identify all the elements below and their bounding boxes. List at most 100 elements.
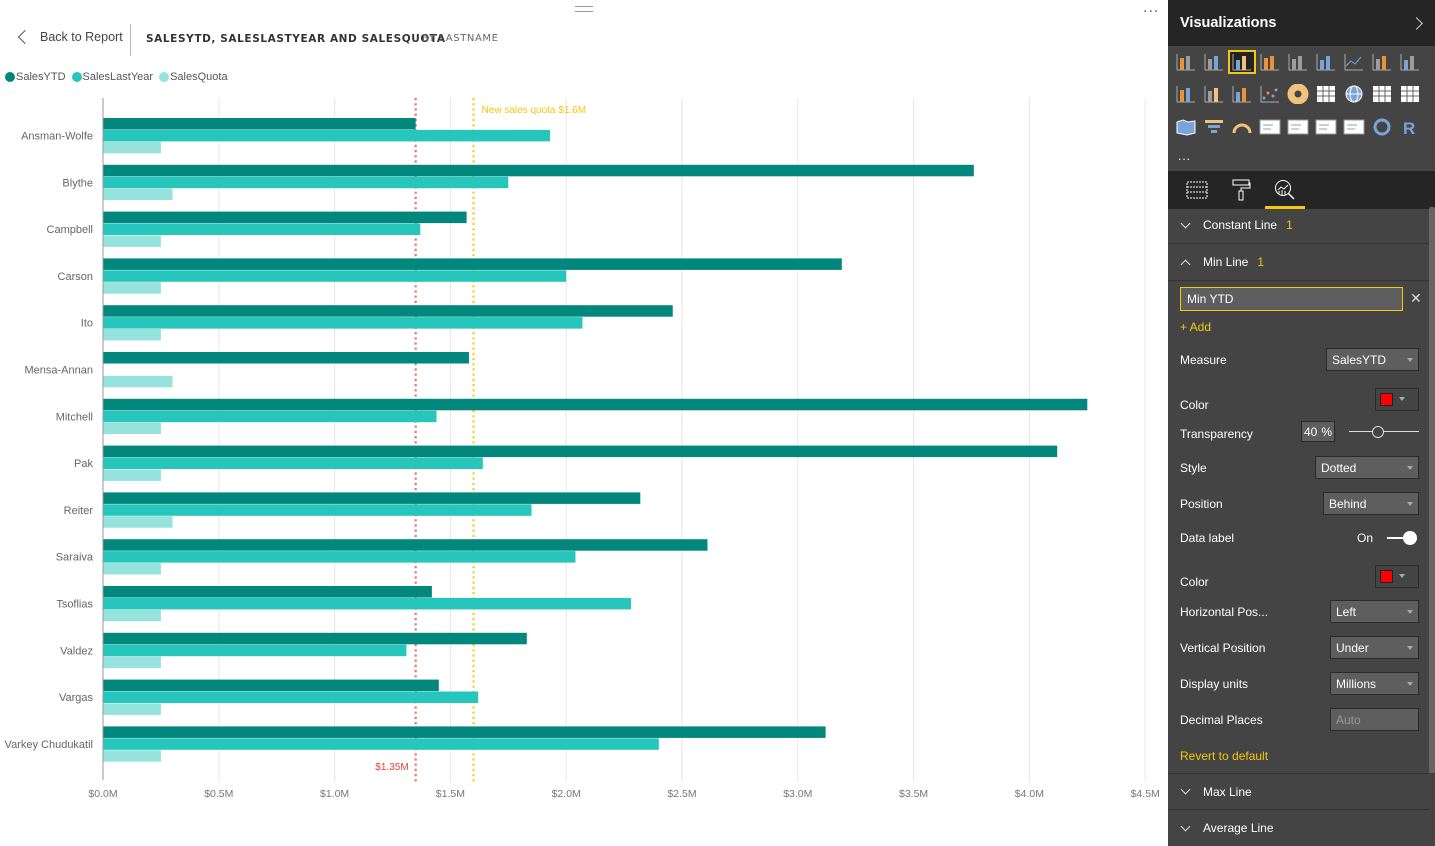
multi-row-card-icon[interactable] <box>1258 117 1282 137</box>
measure-dropdown[interactable]: SalesYTD <box>1326 348 1419 371</box>
bar-salesquota[interactable] <box>103 516 173 528</box>
bar-salesytd[interactable] <box>103 164 974 177</box>
area-chart-icon[interactable] <box>1370 52 1394 72</box>
bar-salesytd[interactable] <box>103 352 469 364</box>
bar-saleslastyear[interactable] <box>103 223 421 236</box>
stacked-area-icon[interactable] <box>1398 52 1422 72</box>
data-label-toggle[interactable] <box>1385 531 1419 545</box>
bar-salesytd[interactable] <box>103 492 641 504</box>
bar-salesquota[interactable] <box>103 282 161 294</box>
decimal-places-input[interactable]: Auto <box>1330 708 1419 731</box>
vertical-position-dropdown[interactable]: Under <box>1330 636 1419 659</box>
line-stacked-column-icon[interactable] <box>1174 84 1198 104</box>
bar-salesytd[interactable] <box>103 211 467 224</box>
bar-saleslastyear[interactable] <box>103 597 632 610</box>
stacked-column-icon[interactable] <box>1202 52 1226 72</box>
bar-salesquota[interactable] <box>103 141 161 154</box>
bar-salesquota[interactable] <box>103 375 173 388</box>
bar-saleslastyear[interactable] <box>103 317 583 329</box>
remove-line-close-icon[interactable]: ✕ <box>1410 290 1422 307</box>
section-constant-line[interactable]: Constant Line 1 <box>1168 207 1429 244</box>
slider-thumb[interactable] <box>1372 425 1385 438</box>
section-average-line[interactable]: Average Line <box>1168 810 1429 846</box>
funnel-icon[interactable] <box>1202 117 1226 137</box>
pie-chart-icon[interactable] <box>1286 84 1310 105</box>
tab-format[interactable] <box>1224 171 1258 209</box>
bar-salesytd[interactable] <box>103 679 439 692</box>
section-max-line[interactable]: Max Line <box>1168 773 1429 810</box>
kpi-icon[interactable] <box>1314 117 1338 137</box>
bar-salesytd[interactable] <box>103 305 673 317</box>
line-color-picker[interactable] <box>1375 387 1419 411</box>
line-clustered-column-icon[interactable] <box>1202 84 1226 104</box>
bar-salesytd[interactable] <box>103 539 708 551</box>
back-to-report-button[interactable]: Back to Report <box>14 29 123 45</box>
revert-to-default-link[interactable]: Revert to default <box>1180 749 1268 763</box>
card-icon[interactable] <box>1286 117 1310 137</box>
bar-salesytd[interactable] <box>103 118 416 130</box>
bar-salesytd[interactable] <box>103 398 1088 411</box>
table-icon[interactable] <box>1370 84 1394 104</box>
bar-salesytd[interactable] <box>103 726 826 738</box>
bar-salesytd[interactable] <box>103 632 527 645</box>
bar-saleslastyear[interactable] <box>103 738 659 750</box>
map-icon[interactable] <box>1342 84 1366 104</box>
clustered-column-icon[interactable] <box>1258 52 1282 72</box>
horizontal-position-dropdown[interactable]: Left <box>1330 600 1419 623</box>
bar-salesquota[interactable] <box>103 469 161 481</box>
gauge-icon[interactable] <box>1230 117 1254 137</box>
transparency-input[interactable]: 40 % <box>1301 421 1335 442</box>
matrix-icon[interactable] <box>1398 84 1422 104</box>
stacked-bar-icon[interactable] <box>1174 52 1198 72</box>
style-dropdown[interactable]: Dotted <box>1315 456 1419 479</box>
line-name-input[interactable] <box>1180 287 1403 311</box>
bar-salesytd[interactable] <box>103 258 842 270</box>
r-visual-icon[interactable]: R <box>1398 117 1422 137</box>
bar-saleslastyear[interactable] <box>103 457 483 470</box>
legend-item-salesytd[interactable]: SalesYTD <box>5 71 66 83</box>
bar-salesquota[interactable] <box>103 563 161 575</box>
clustered-bar-icon[interactable] <box>1228 50 1256 74</box>
scatter-chart-icon[interactable] <box>1258 84 1282 104</box>
collapse-pane-chevron-icon[interactable] <box>1410 16 1423 30</box>
line-chart-icon[interactable] <box>1342 52 1366 72</box>
bar-salesquota[interactable] <box>103 609 161 622</box>
label-color-picker[interactable] <box>1375 564 1419 588</box>
bar-salesquota[interactable] <box>103 422 161 435</box>
tab-analytics[interactable] <box>1265 171 1305 209</box>
position-dropdown[interactable]: Behind <box>1323 492 1419 515</box>
bar-salesquota[interactable] <box>103 188 173 201</box>
section-min-line[interactable]: Min Line 1 <box>1168 244 1429 281</box>
transparency-slider[interactable] <box>1349 425 1419 438</box>
100-stacked-column-icon[interactable] <box>1314 52 1338 72</box>
bar-saleslastyear[interactable] <box>103 410 437 423</box>
bar-saleslastyear[interactable] <box>103 504 532 516</box>
more-options-button[interactable]: ... <box>1143 0 1159 16</box>
legend-item-saleslastyear[interactable]: SalesLastYear <box>71 71 153 83</box>
more-visuals-button[interactable]: ... <box>1174 149 1202 171</box>
slicer-icon[interactable] <box>1342 117 1366 137</box>
bar-saleslastyear[interactable] <box>103 129 550 142</box>
bar-saleslastyear[interactable] <box>103 176 509 189</box>
bar-saleslastyear[interactable] <box>103 644 407 657</box>
pane-scrollbar[interactable] <box>1429 207 1435 773</box>
ribbon-chart-icon[interactable] <box>1230 84 1254 104</box>
bar-salesquota[interactable] <box>103 656 161 669</box>
drag-handle[interactable] <box>575 6 593 12</box>
bar-salesquota[interactable] <box>103 703 161 715</box>
bar-salesquota[interactable] <box>103 329 161 341</box>
bar-saleslastyear[interactable] <box>103 551 576 563</box>
add-line-button[interactable]: + Add <box>1180 320 1211 334</box>
bar-salesquota[interactable] <box>103 750 161 762</box>
bar-salesquota[interactable] <box>103 235 161 247</box>
100-stacked-bar-icon[interactable] <box>1286 52 1310 72</box>
filled-map-icon[interactable] <box>1174 117 1198 137</box>
donut-icon[interactable] <box>1370 117 1394 137</box>
bar-saleslastyear[interactable] <box>103 270 567 282</box>
bar-salesytd[interactable] <box>103 445 1058 458</box>
tab-fields[interactable] <box>1180 171 1214 209</box>
bar-saleslastyear[interactable] <box>103 691 479 704</box>
legend-item-salesquota[interactable]: SalesQuota <box>159 71 228 83</box>
display-units-dropdown[interactable]: Millions <box>1330 672 1419 695</box>
bar-salesytd[interactable] <box>103 586 432 598</box>
